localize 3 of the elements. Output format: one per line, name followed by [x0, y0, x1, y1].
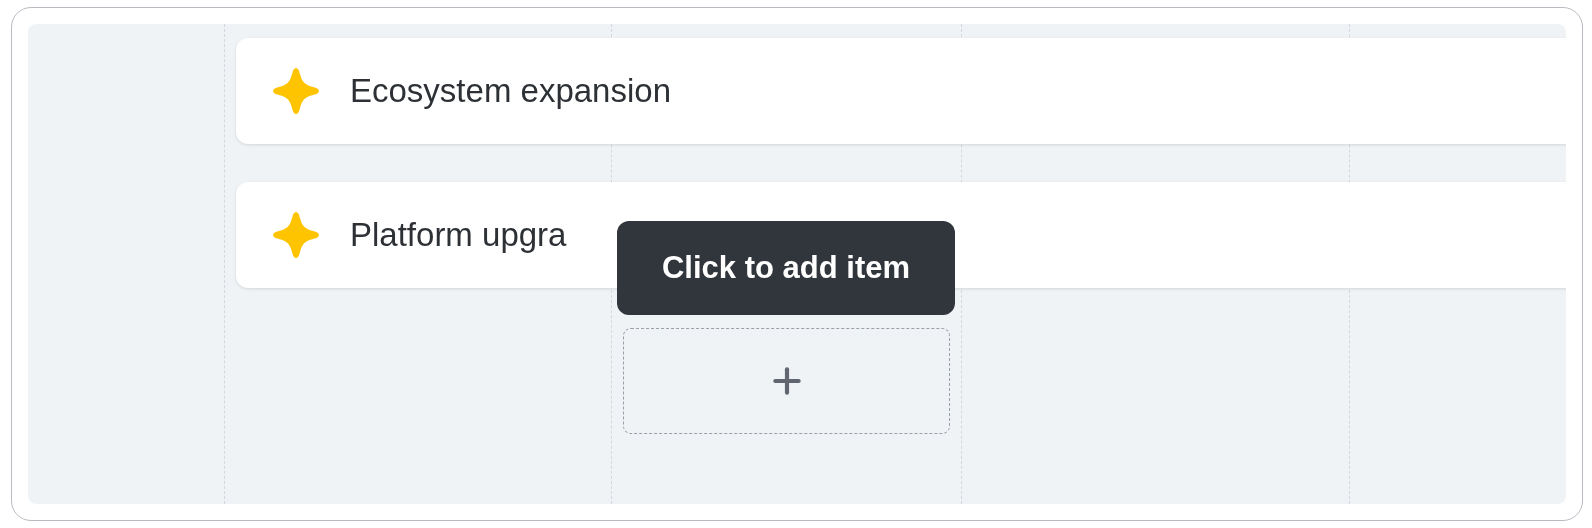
tooltip-text: Click to add item [661, 248, 910, 287]
card-title: Ecosystem expansion [350, 71, 671, 112]
card-title: Platform upgra [350, 215, 567, 256]
